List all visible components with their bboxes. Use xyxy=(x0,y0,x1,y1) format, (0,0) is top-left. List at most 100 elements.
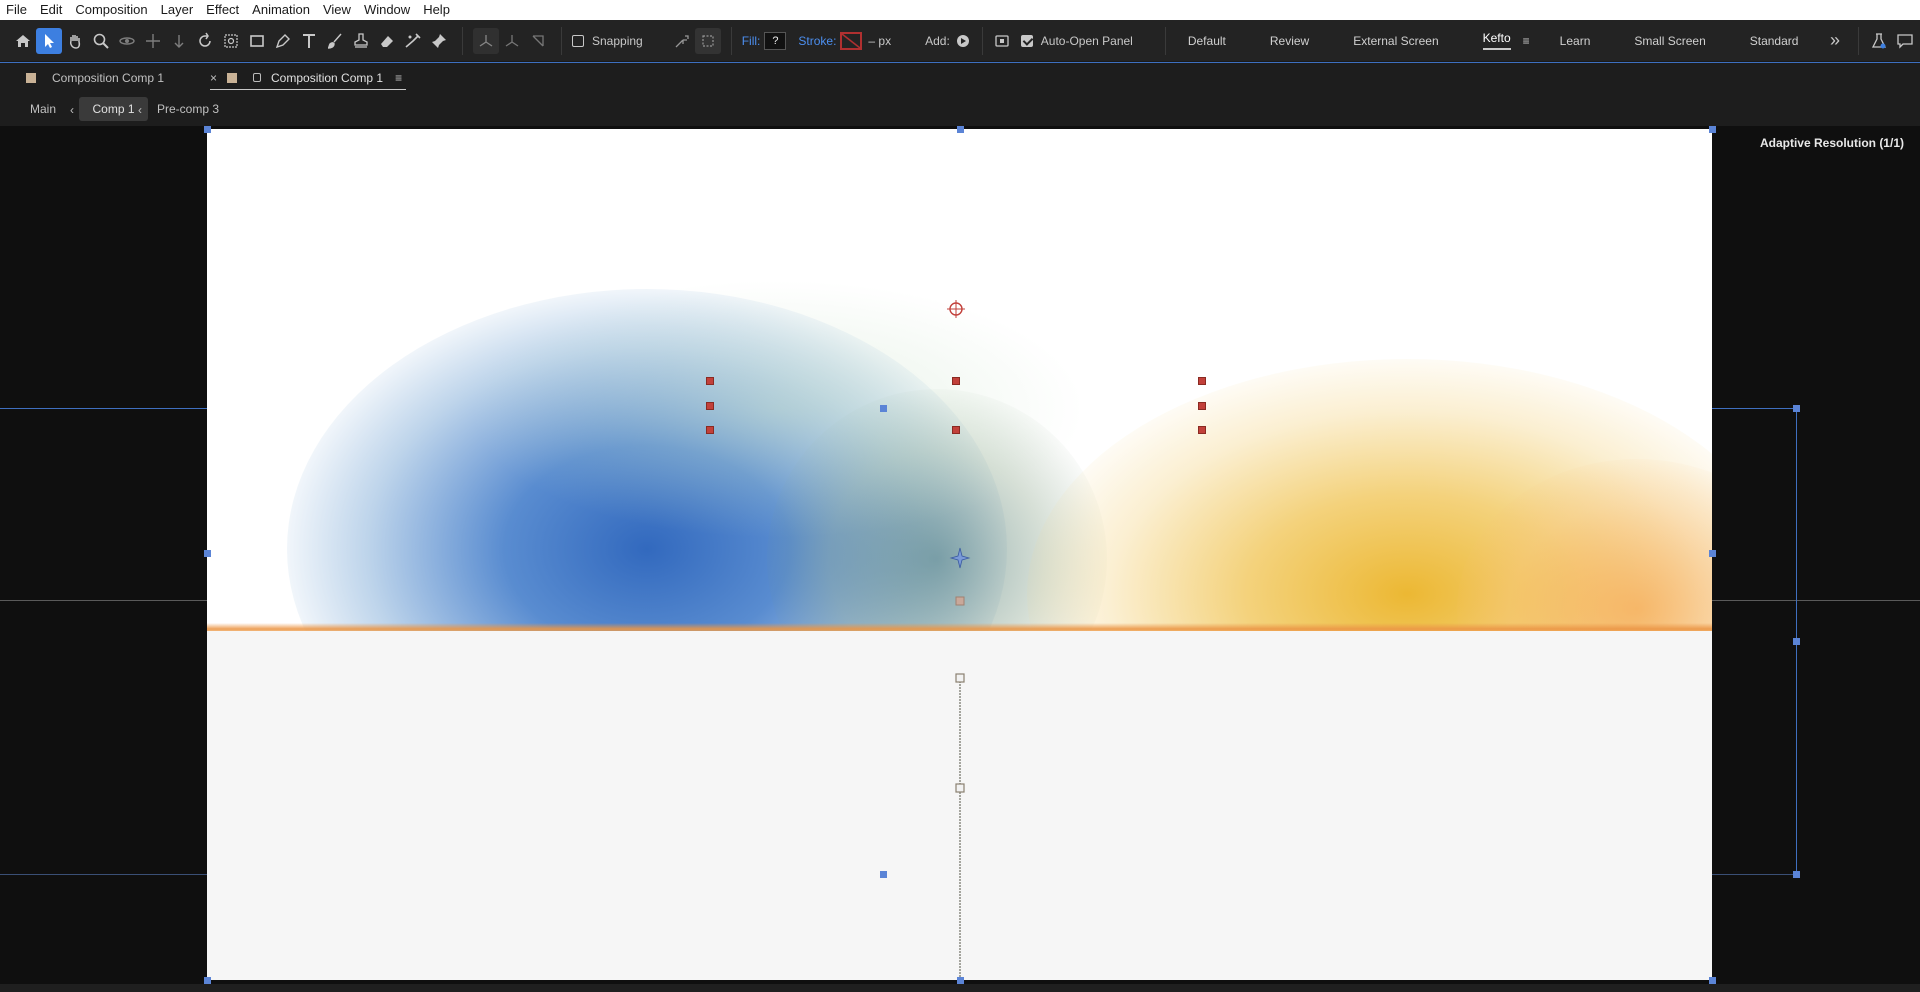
eraser-tool-icon[interactable] xyxy=(374,28,400,54)
frame-handle[interactable] xyxy=(1709,550,1716,557)
composition-swatch xyxy=(26,73,36,83)
gradient-handle[interactable] xyxy=(1198,377,1206,385)
snap-features-icon[interactable] xyxy=(694,27,721,54)
add-property-icon[interactable] xyxy=(950,28,976,54)
menu-window[interactable]: Window xyxy=(364,0,417,20)
menu-composition[interactable]: Composition xyxy=(75,0,154,20)
transform-handle[interactable] xyxy=(880,871,887,878)
menu-view[interactable]: View xyxy=(323,0,358,20)
gradient-handle[interactable] xyxy=(706,402,714,410)
puppet-pin-tool-icon[interactable] xyxy=(426,28,452,54)
toolbar-divider xyxy=(1858,27,1859,55)
workspace-overflow-icon[interactable]: » xyxy=(1830,30,1840,51)
workspace-default[interactable]: Default xyxy=(1166,20,1248,62)
transform-handle[interactable] xyxy=(1793,638,1800,645)
overlay-controls xyxy=(947,300,971,980)
chevron-left-icon: ‹ xyxy=(70,103,74,117)
breadcrumb-main[interactable]: Main xyxy=(22,97,64,121)
roto-brush-tool-icon[interactable] xyxy=(400,28,426,54)
tab-label: Composition Comp 1 xyxy=(52,71,165,85)
anchor-point-icon[interactable] xyxy=(947,300,965,318)
stroke-width-unit[interactable]: – px xyxy=(868,34,891,48)
menu-animation[interactable]: Animation xyxy=(252,0,317,20)
add-label: Add: xyxy=(925,33,950,48)
home-icon[interactable] xyxy=(10,28,36,54)
world-axis-mode-icon[interactable] xyxy=(499,28,525,54)
stroke-swatch[interactable] xyxy=(840,31,863,50)
frame-handle[interactable] xyxy=(204,977,211,984)
frame-handle[interactable] xyxy=(204,550,211,557)
composition-swatch xyxy=(227,72,238,83)
gradient-handle[interactable] xyxy=(706,426,714,434)
rotate-tool-icon[interactable] xyxy=(192,28,218,54)
hand-tool-icon[interactable] xyxy=(62,28,88,54)
frame-handle[interactable] xyxy=(957,126,964,133)
menu-help[interactable]: Help xyxy=(423,0,457,20)
gradient-handle[interactable] xyxy=(1198,426,1206,434)
menu-layer[interactable]: Layer xyxy=(161,0,201,20)
tab-composition-2[interactable]: × Composition Comp 1 ≡ xyxy=(210,66,407,90)
snapping-checkbox[interactable] xyxy=(572,34,584,47)
clone-stamp-tool-icon[interactable] xyxy=(348,28,374,54)
orbit-camera-icon[interactable] xyxy=(114,28,140,54)
stroke-label[interactable]: Stroke: xyxy=(798,34,836,48)
composition-viewer[interactable]: Adaptive Resolution (1/1) xyxy=(0,126,1920,992)
close-icon[interactable]: × xyxy=(210,71,217,85)
chat-icon[interactable] xyxy=(1892,28,1918,54)
snap-edges-icon[interactable] xyxy=(669,28,695,54)
rectangle-tool-icon[interactable] xyxy=(244,28,270,54)
menu-file[interactable]: File xyxy=(6,0,34,20)
type-tool-icon[interactable] xyxy=(296,28,322,54)
workspace-review[interactable]: Review xyxy=(1248,20,1331,62)
composition-canvas[interactable] xyxy=(207,129,1712,980)
transform-handle[interactable] xyxy=(880,405,887,412)
tab-label: Composition Comp 1 xyxy=(271,70,384,85)
guide-line-right-bottom xyxy=(1712,874,1796,875)
transform-handle[interactable] xyxy=(1793,871,1800,878)
pen-tool-icon[interactable] xyxy=(270,28,296,54)
lock-icon[interactable] xyxy=(253,73,262,82)
gradient-handle[interactable] xyxy=(706,377,714,385)
selection-tool-icon[interactable] xyxy=(36,27,62,54)
workspace-kefto[interactable]: Kefto ≡ xyxy=(1461,20,1538,62)
tab-menu-icon[interactable]: ≡ xyxy=(395,71,402,85)
keyframe-point[interactable] xyxy=(955,673,965,683)
beaker-icon[interactable] xyxy=(1866,28,1892,54)
breadcrumb-pre-comp-3[interactable]: Pre-comp 3 xyxy=(149,97,227,121)
gradient-handle[interactable] xyxy=(952,426,960,434)
gradient-center-icon[interactable] xyxy=(949,547,971,569)
brush-tool-icon[interactable] xyxy=(322,28,348,54)
tab-composition-1[interactable]: Composition Comp 1 xyxy=(26,63,164,93)
view-axis-mode-icon[interactable] xyxy=(525,28,551,54)
zoom-tool-icon[interactable] xyxy=(88,28,114,54)
workspace-learn[interactable]: Learn xyxy=(1538,20,1613,62)
composition-navigator: Main ‹ Comp 1 ‹ Pre-comp 3 xyxy=(0,92,1920,126)
toolbar: Snapping Fill: ? Stroke: – px Add: Auto-… xyxy=(0,20,1920,62)
shape-layer-toggle-icon[interactable] xyxy=(989,28,1015,54)
frame-handle[interactable] xyxy=(1709,977,1716,984)
panel-tab-bar: Composition Comp 1 × Composition Comp 1 … xyxy=(0,62,1920,92)
menu-edit[interactable]: Edit xyxy=(40,0,69,20)
frame-handle[interactable] xyxy=(204,126,211,133)
workspace-standard[interactable]: Standard xyxy=(1728,20,1821,62)
frame-handle[interactable] xyxy=(957,977,964,984)
menu-effect[interactable]: Effect xyxy=(206,0,246,20)
fill-label[interactable]: Fill: xyxy=(742,34,761,48)
gradient-handle[interactable] xyxy=(952,377,960,385)
workspace-menu-icon[interactable]: ≡ xyxy=(1523,34,1530,48)
guide-line-right-gray xyxy=(1712,600,1920,601)
fill-swatch[interactable]: ? xyxy=(764,31,787,50)
local-axis-mode-icon[interactable] xyxy=(473,27,499,54)
workspace-external-screen[interactable]: External Screen xyxy=(1331,20,1460,62)
resolution-indicator: Adaptive Resolution (1/1) xyxy=(1759,136,1904,150)
position-point[interactable] xyxy=(955,596,965,606)
keyframe-point[interactable] xyxy=(955,783,965,793)
transform-handle[interactable] xyxy=(1793,405,1800,412)
frame-handle[interactable] xyxy=(1709,126,1716,133)
pan-behind-tool-icon[interactable] xyxy=(218,28,244,54)
gradient-handle[interactable] xyxy=(1198,402,1206,410)
pan-camera-icon[interactable] xyxy=(140,28,166,54)
workspace-small-screen[interactable]: Small Screen xyxy=(1612,20,1727,62)
auto-open-panel-checkbox[interactable] xyxy=(1020,34,1033,47)
dolly-camera-icon[interactable] xyxy=(166,28,192,54)
